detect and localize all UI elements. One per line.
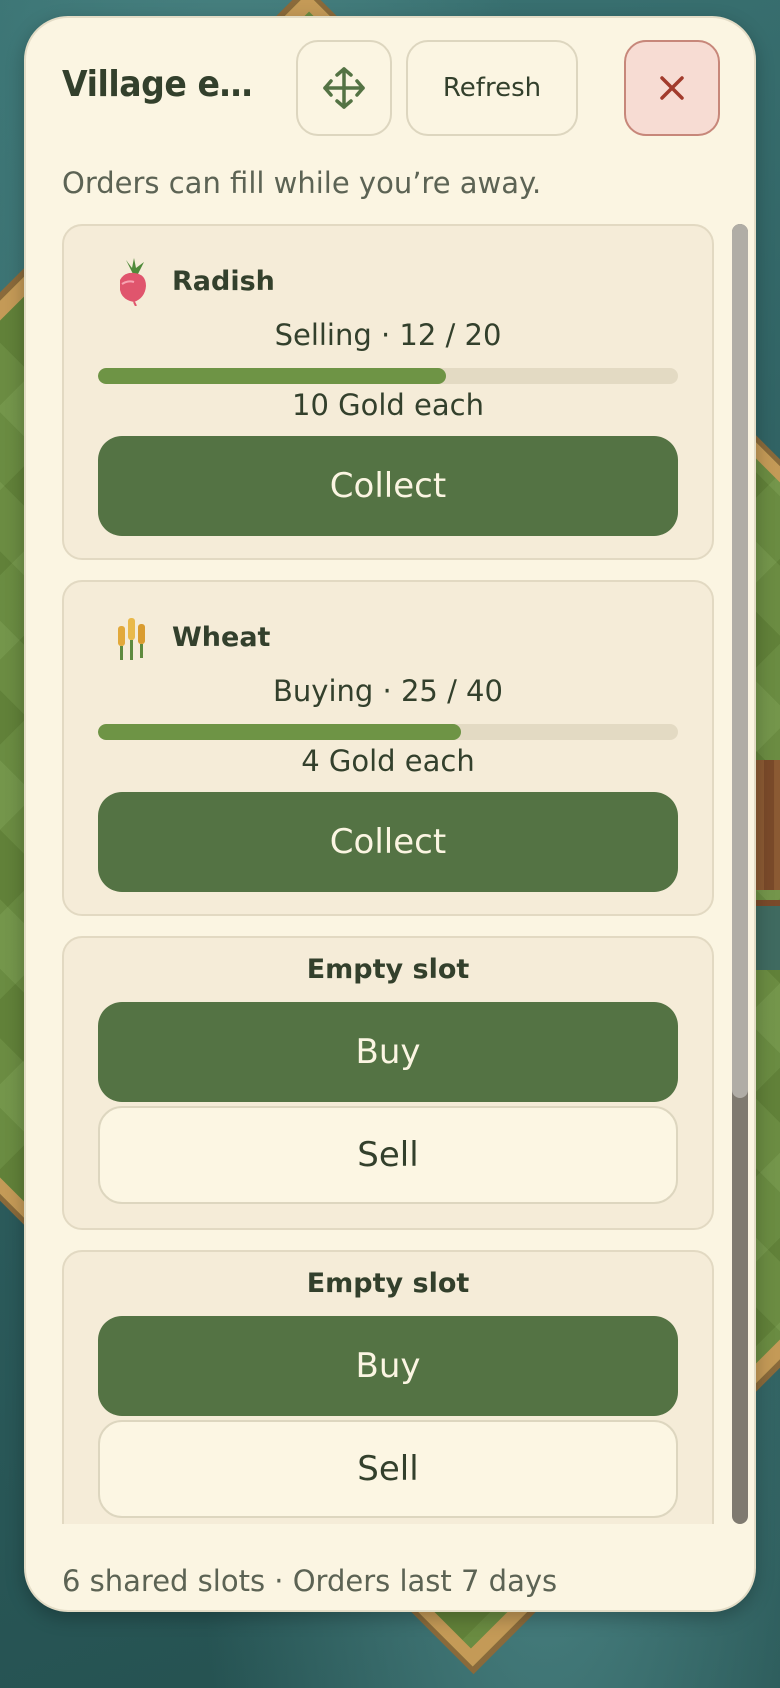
- close-button[interactable]: [624, 40, 720, 136]
- order-header: Wheat: [112, 612, 270, 662]
- panel-title: Village ex...: [62, 64, 255, 105]
- order-progress-fill: [98, 724, 461, 740]
- order-progress-bar: [98, 368, 678, 384]
- buy-button[interactable]: Buy: [98, 1316, 678, 1416]
- item-name: Radish: [172, 265, 275, 297]
- move-panel-button[interactable]: [296, 40, 392, 136]
- close-icon: [660, 76, 684, 100]
- order-header: Radish: [112, 256, 275, 306]
- empty-slot-card: Empty slot Buy Sell: [62, 1250, 714, 1524]
- wheat-icon: [118, 618, 145, 660]
- order-progress-fill: [98, 368, 446, 384]
- buy-button[interactable]: Buy: [98, 1002, 678, 1102]
- empty-slot-title: Empty slot: [306, 1268, 470, 1299]
- item-name: Wheat: [172, 621, 271, 653]
- order-card: Radish Selling · 12 / 20 10 Gold each Co…: [62, 224, 714, 560]
- collect-button[interactable]: Collect: [98, 436, 678, 536]
- sell-button[interactable]: Sell: [98, 1106, 678, 1204]
- panel-footer: 6 shared slots · Orders last 7 days: [62, 1564, 558, 1598]
- order-card: Wheat Buying · 25 / 40 4 Gold each Colle…: [62, 580, 714, 916]
- village-exchange-panel: Village ex... Refresh: [24, 16, 756, 1612]
- panel-subtitle: Orders can fill while you’re away.: [62, 166, 542, 200]
- radish-icon: [120, 258, 146, 306]
- order-status: Buying · 25 / 40: [273, 674, 503, 708]
- empty-slot-title: Empty slot: [306, 954, 470, 985]
- order-slot-list[interactable]: Radish Selling · 12 / 20 10 Gold each Co…: [62, 224, 714, 1524]
- order-price: 4 Gold each: [301, 744, 475, 778]
- list-scrollbar[interactable]: [732, 224, 748, 1524]
- order-progress-bar: [98, 724, 678, 740]
- empty-slot-card: Empty slot Buy Sell: [62, 936, 714, 1230]
- scrollbar-thumb[interactable]: [732, 224, 748, 1098]
- panel-header: Village ex... Refresh: [62, 40, 720, 136]
- order-price: 10 Gold each: [292, 388, 484, 422]
- sell-button[interactable]: Sell: [98, 1420, 678, 1518]
- collect-button[interactable]: Collect: [98, 792, 678, 892]
- move-arrows-icon: [323, 67, 365, 109]
- refresh-button[interactable]: Refresh: [406, 40, 578, 136]
- order-status: Selling · 12 / 20: [274, 318, 502, 352]
